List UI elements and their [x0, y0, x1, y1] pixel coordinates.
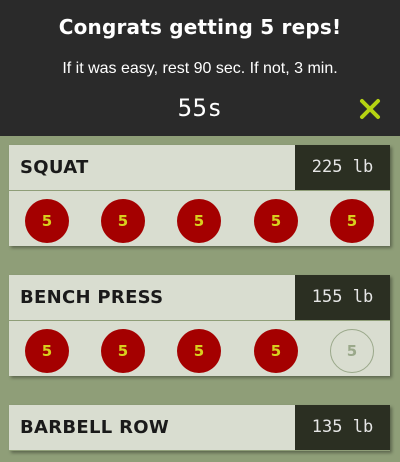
exercise-weight[interactable]: 225 lb — [295, 145, 390, 190]
set-button-4[interactable]: 5 — [254, 199, 298, 243]
set-row: 5 5 5 5 5 — [9, 321, 390, 376]
set-button-2[interactable]: 5 — [101, 329, 145, 373]
set-button-1[interactable]: 5 — [25, 329, 69, 373]
rest-instructions: If it was easy, rest 90 sec. If not, 3 m… — [62, 60, 338, 77]
set-button-5[interactable]: 5 — [330, 199, 374, 243]
exercise-name: SQUAT — [20, 157, 89, 178]
exercise-header: BARBELL ROW 135 lb — [9, 405, 390, 451]
exercise-card-barbell-row: BARBELL ROW 135 lb — [9, 405, 390, 451]
exercise-header: SQUAT 225 lb — [9, 145, 390, 191]
congrats-title: Congrats getting 5 reps! — [58, 15, 342, 39]
set-button-3[interactable]: 5 — [177, 199, 221, 243]
set-button-2[interactable]: 5 — [101, 199, 145, 243]
rest-timer: 55s — [177, 94, 223, 122]
exercise-header: BENCH PRESS 155 lb — [9, 275, 390, 321]
set-button-4[interactable]: 5 — [254, 329, 298, 373]
exercise-name: BARBELL ROW — [20, 417, 170, 438]
set-row: 5 5 5 5 5 — [9, 191, 390, 246]
exercise-weight[interactable]: 155 lb — [295, 275, 390, 320]
set-button-3[interactable]: 5 — [177, 329, 221, 373]
exercise-card-squat: SQUAT 225 lb 5 5 5 5 5 — [9, 145, 390, 246]
set-button-1[interactable]: 5 — [25, 199, 69, 243]
exercise-weight[interactable]: 135 lb — [295, 405, 390, 450]
exercise-name: BENCH PRESS — [20, 287, 164, 308]
rest-timer-header: Congrats getting 5 reps! If it was easy,… — [0, 0, 400, 136]
set-button-5[interactable]: 5 — [330, 329, 374, 373]
close-icon[interactable] — [359, 98, 381, 120]
exercise-card-bench-press: BENCH PRESS 155 lb 5 5 5 5 5 — [9, 275, 390, 376]
